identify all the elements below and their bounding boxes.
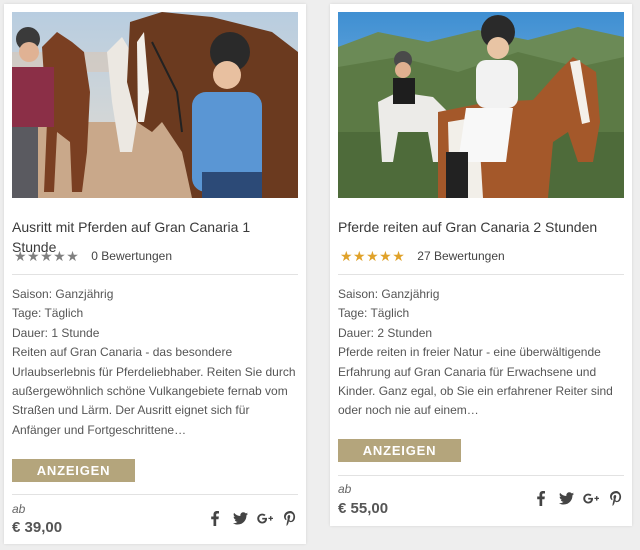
divider bbox=[338, 274, 624, 275]
rating-stars: ★★★★★ bbox=[340, 248, 406, 264]
share-icons bbox=[207, 510, 298, 526]
tour-image[interactable] bbox=[338, 12, 624, 198]
description-line: Urlaubserlebnis für Pferdeliebhaber. Rei… bbox=[12, 364, 296, 379]
facebook-icon[interactable] bbox=[207, 510, 223, 526]
show-button[interactable]: ANZEIGEN bbox=[338, 439, 461, 462]
tour-card: Ausritt mit Pferden auf Gran Canaria 1 S… bbox=[4, 4, 306, 544]
divider bbox=[12, 274, 298, 275]
divider bbox=[12, 494, 298, 495]
twitter-icon[interactable] bbox=[232, 510, 248, 526]
review-count[interactable]: 0 Bewertungen bbox=[91, 247, 172, 265]
description-line: Anfänger und Fortgeschrittene… bbox=[12, 422, 187, 437]
price: € 55,00 bbox=[338, 500, 389, 517]
divider bbox=[338, 475, 624, 476]
duration-text: Dauer: 1 Stunde bbox=[12, 325, 100, 340]
tour-image[interactable] bbox=[12, 12, 298, 198]
google-plus-icon[interactable] bbox=[583, 490, 599, 506]
rating: ★★★★★ 27 Bewertungen bbox=[340, 247, 505, 265]
tour-details: Saison: Ganzjährig Tage: Täglich Dauer: … bbox=[12, 285, 302, 440]
show-button[interactable]: ANZEIGEN bbox=[12, 459, 135, 482]
season-text: Saison: Ganzjährig bbox=[338, 287, 440, 301]
review-count[interactable]: 27 Bewertungen bbox=[417, 247, 504, 265]
description-line: oder noch nie auf einem… bbox=[338, 403, 479, 418]
google-plus-icon[interactable] bbox=[257, 510, 273, 526]
description-line: außergewöhnlich schöne Vulkangebiete fer… bbox=[12, 384, 288, 399]
description-line: Reiten auf Gran Canaria - das besondere bbox=[12, 345, 233, 360]
description-line: Erfahrung auf Gran Canaria für Erwachsen… bbox=[338, 364, 597, 379]
days-text: Tage: Täglich bbox=[338, 306, 410, 321]
description-line: Pferde reiten in freier Natur - eine übe… bbox=[338, 345, 601, 360]
pinterest-icon[interactable] bbox=[282, 510, 298, 526]
days-text: Tage: Täglich bbox=[12, 306, 84, 321]
share-icons bbox=[533, 490, 624, 506]
season-text: Saison: Ganzjährig bbox=[12, 287, 114, 301]
rating: ★★★★★ 0 Bewertungen bbox=[14, 247, 172, 265]
price-prefix: ab bbox=[12, 502, 26, 516]
duration-text: Dauer: 2 Stunden bbox=[338, 325, 433, 340]
description-line: Straßen und Lärm. Der Ausritt eignet sic… bbox=[12, 403, 250, 418]
price-prefix: ab bbox=[338, 482, 352, 496]
tour-title[interactable]: Pferde reiten auf Gran Canaria 2 Stunden bbox=[338, 217, 624, 237]
facebook-icon[interactable] bbox=[533, 490, 549, 506]
pinterest-icon[interactable] bbox=[608, 490, 624, 506]
tour-details: Saison: Ganzjährig Tage: Täglich Dauer: … bbox=[338, 285, 628, 421]
rating-stars: ★★★★★ bbox=[14, 248, 80, 264]
tour-card: Pferde reiten auf Gran Canaria 2 Stunden… bbox=[330, 4, 632, 526]
price: € 39,00 bbox=[12, 519, 63, 536]
twitter-icon[interactable] bbox=[558, 490, 574, 506]
description-line: Kinder. Ganz egal, ob Sie ein erfahrener… bbox=[338, 384, 613, 399]
